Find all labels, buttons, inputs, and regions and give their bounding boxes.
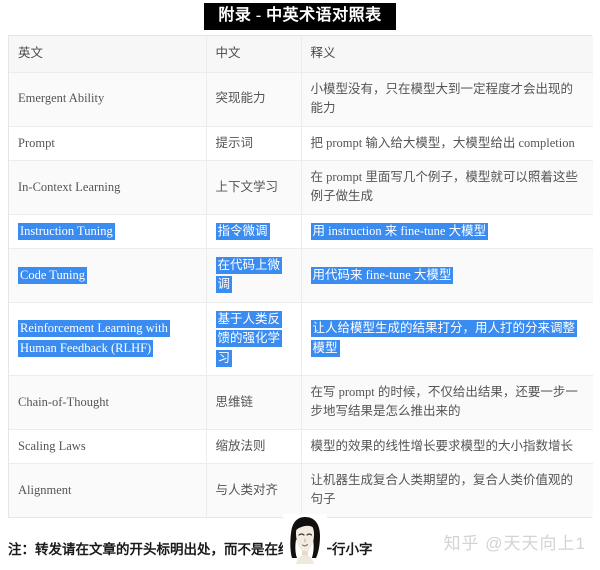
term-chinese-cell: 上下文学习 (206, 160, 302, 215)
term-english-cell: Code Tuning (9, 248, 207, 303)
selection-highlight: Code Tuning (18, 266, 87, 284)
glossary-table: 英文 中文 释义 Emergent Ability 突现能力 小模型没有，只在模型大… (9, 36, 593, 517)
term-definition-cell: 在 prompt 里面写几个例子，模型就可以照着这些例子做生成 (301, 160, 593, 215)
term-definition-cell: 在写 prompt 的时候，不仅给出结果，还要一步一步地写结果是怎么推出来的 (301, 375, 593, 430)
term-definition-cell: 小模型没有，只在模型大到一定程度才会出现的能力 (301, 72, 593, 127)
term-chinese-cell: 在代码上微调 (206, 248, 302, 303)
selection-highlight: 指令微调 (215, 222, 270, 240)
selection-highlight: 用代码来 fine-tune 大模型 (310, 266, 454, 284)
selection-highlight: 用 instruction 来 fine-tune 大模型 (310, 222, 489, 240)
term-english-cell: Emergent Ability (9, 72, 207, 127)
table-row: Code Tuning 在代码上微调 用代码来 fine-tune 大模型 (9, 248, 593, 303)
term-english-cell: In-Context Learning (9, 160, 207, 215)
selection-highlight: Instruction Tuning (18, 222, 115, 240)
title-bar: 附录 - 中英术语对照表 (0, 0, 600, 31)
term-chinese-cell: 提示词 (206, 126, 302, 161)
avatar (283, 514, 327, 564)
table-row: Chain-of-Thought 思维链 在写 prompt 的时候，不仅给出结果，… (9, 375, 593, 430)
term-definition-cell: 用 instruction 来 fine-tune 大模型 (301, 214, 593, 250)
selection-highlight: 在代码上微调 (215, 257, 283, 294)
selection-highlight: Reinforcement Learning with Human Feedba… (18, 320, 170, 357)
table-row: Reinforcement Learning with Human Feedba… (9, 302, 593, 376)
term-chinese-cell: 与人类对齐 (206, 463, 302, 517)
selection-highlight: 让人给模型生成的结果打分，用人打的分来调整模型 (310, 320, 578, 357)
table-row: Instruction Tuning 指令微调 用 instruction 来 fi… (9, 214, 593, 250)
term-definition-cell: 把 prompt 输入给大模型，大模型给出 completion (301, 126, 593, 161)
term-definition-cell: 让人给模型生成的结果打分，用人打的分来调整模型 (301, 302, 593, 376)
term-english-cell: Alignment (9, 463, 207, 517)
term-english-cell: Instruction Tuning (9, 214, 207, 250)
term-english-cell: Scaling Laws (9, 429, 207, 465)
column-header-chinese: 中文 (206, 36, 302, 73)
table-header-row: 英文 中文 释义 (9, 36, 593, 73)
term-definition-cell: 模型的效果的线性增长要求模型的大小指数增长 (301, 429, 593, 465)
term-definition-cell: 让机器生成复合人类期望的，复合人类价值观的句子 (301, 463, 593, 517)
term-chinese-cell: 思维链 (206, 375, 302, 430)
column-header-english: 英文 (9, 36, 207, 73)
watermark-bar: 知乎 @天天向上1 (0, 512, 600, 566)
term-chinese-cell: 突现能力 (206, 72, 302, 127)
watermark-text: 知乎 @天天向上1 (443, 534, 586, 553)
term-chinese-cell: 指令微调 (206, 214, 302, 250)
table-row: Scaling Laws 缩放法则 模型的效果的线性增长要求模型的大小指数增长 (9, 429, 593, 465)
table-row: Prompt 提示词把 prompt 输入给大模型，大模型给出 completio… (9, 126, 593, 161)
table-header: 英文 中文 释义 (9, 36, 593, 73)
column-header-definition: 释义 (301, 36, 593, 73)
term-chinese-cell: 缩放法则 (206, 429, 302, 465)
term-chinese-cell: 基于人类反馈的强化学习 (206, 302, 302, 376)
term-english-cell: Reinforcement Learning with Human Feedba… (9, 302, 207, 376)
glossary-table-container: 英文 中文 释义 Emergent Ability 突现能力 小模型没有，只在模型大… (8, 35, 593, 518)
table-row: In-Context Learning 上下文学习在 prompt 里面写几个例子… (9, 160, 593, 215)
table-row: Alignment 与人类对齐 让机器生成复合人类期望的，复合人类价值观的句子 (9, 463, 593, 517)
term-english-cell: Prompt (9, 126, 207, 161)
selection-highlight: 基于人类反馈的强化学习 (215, 310, 283, 367)
term-definition-cell: 用代码来 fine-tune 大模型 (301, 248, 593, 303)
table-body: Emergent Ability 突现能力 小模型没有，只在模型大到一定程度才会出现… (9, 72, 593, 517)
page-title: 附录 - 中英术语对照表 (204, 3, 396, 31)
table-row: Emergent Ability 突现能力 小模型没有，只在模型大到一定程度才会出现… (9, 72, 593, 127)
term-english-cell: Chain-of-Thought (9, 375, 207, 430)
